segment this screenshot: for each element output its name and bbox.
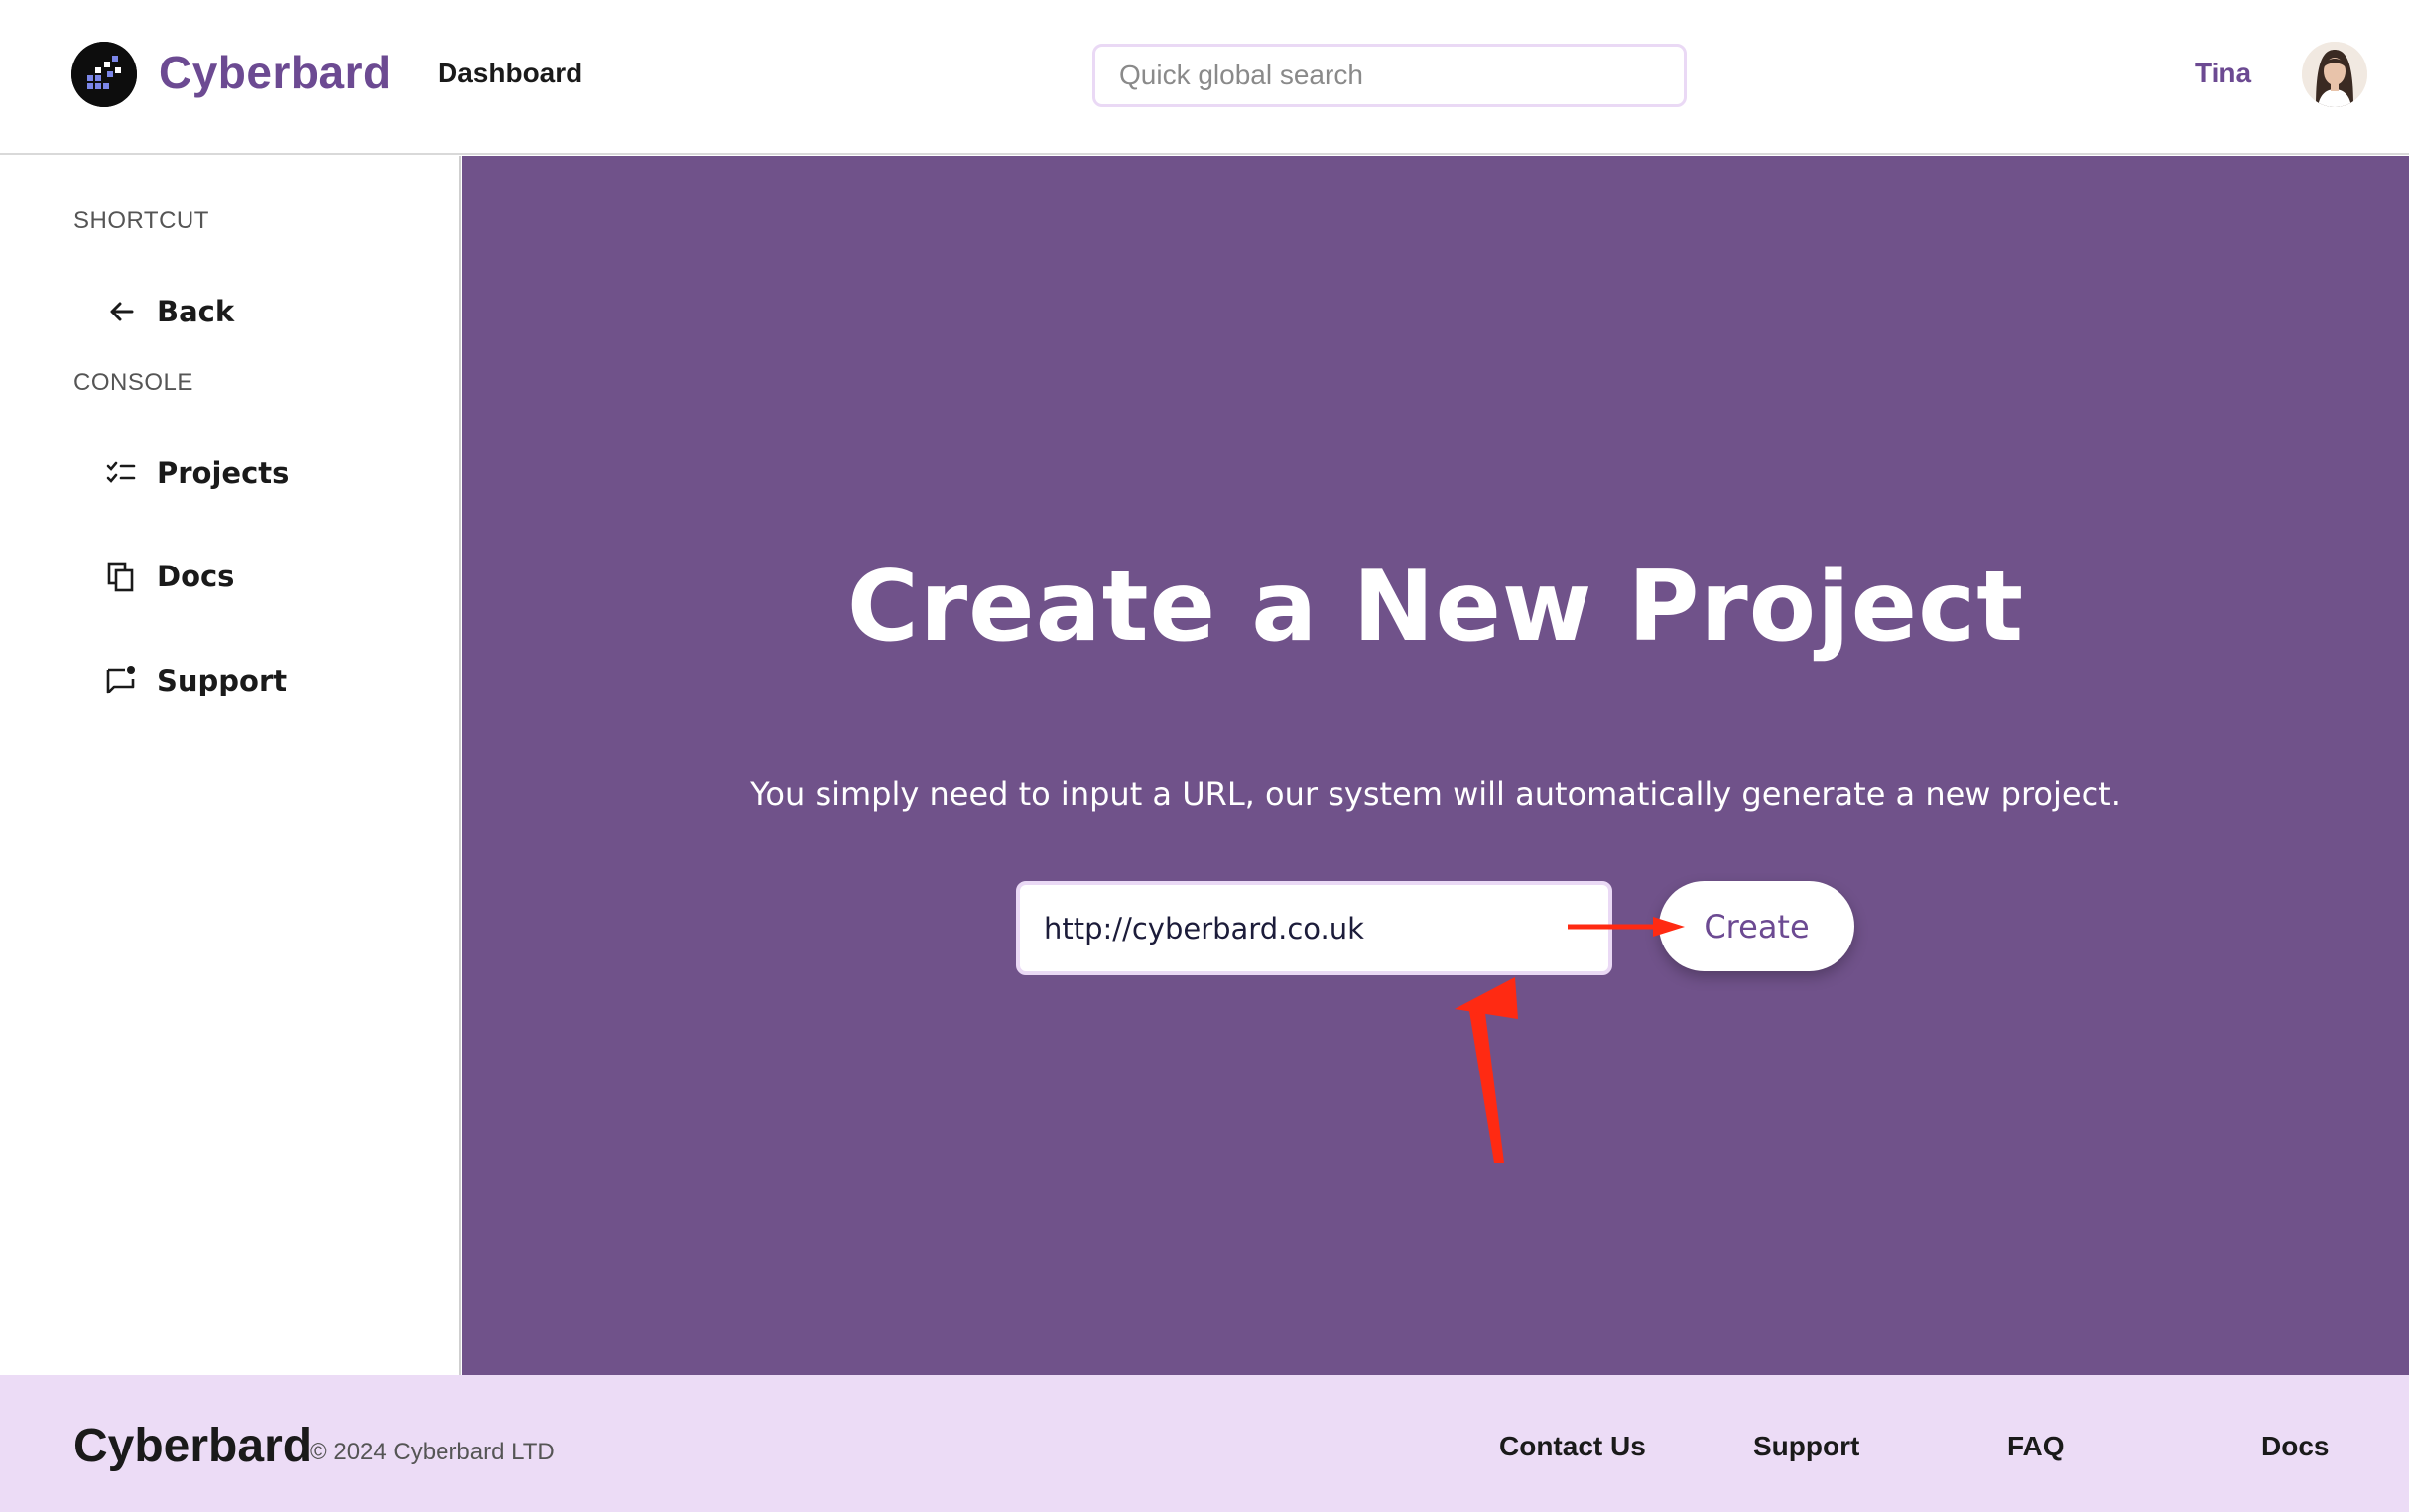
nav-dashboard-link[interactable]: Dashboard bbox=[438, 58, 582, 89]
sidebar-item-label: Support bbox=[157, 664, 288, 697]
top-header: Cyberbard Dashboard Tina bbox=[0, 0, 2409, 155]
footer-link-support[interactable]: Support bbox=[1753, 1431, 1859, 1462]
annotation-arrow-up bbox=[1468, 1005, 1504, 1163]
sidebar-item-label: Docs bbox=[157, 560, 235, 593]
arrow-left-icon bbox=[103, 294, 139, 329]
brand-name[interactable]: Cyberbard bbox=[159, 46, 392, 99]
footer-link-faq[interactable]: FAQ bbox=[2007, 1431, 2065, 1462]
main-panel: Create a New Project You simply need to … bbox=[462, 156, 2409, 1375]
footer-link-contact-us[interactable]: Contact Us bbox=[1499, 1431, 1646, 1462]
cyberbard-logo-icon[interactable] bbox=[71, 42, 137, 107]
sidebar-item-label: Back bbox=[157, 295, 235, 328]
sidebar: SHORTCUT Back CONSOLE Projects Docs Supp… bbox=[0, 156, 461, 1375]
footer-link-docs[interactable]: Docs bbox=[2261, 1431, 2329, 1462]
chat-icon bbox=[103, 663, 139, 698]
sidebar-item-label: Projects bbox=[157, 456, 290, 490]
shortcut-section-label: SHORTCUT bbox=[73, 207, 209, 234]
annotation-arrow-up-head bbox=[1455, 977, 1518, 1019]
console-section-label: CONSOLE bbox=[73, 369, 193, 396]
url-input[interactable] bbox=[1016, 881, 1612, 975]
user-name[interactable]: Tina bbox=[2195, 58, 2251, 89]
annotation-arrows bbox=[1455, 917, 1685, 1163]
avatar[interactable] bbox=[2302, 42, 2367, 107]
sidebar-item-docs[interactable]: Docs bbox=[103, 552, 234, 601]
footer-brand[interactable]: Cyberbard bbox=[73, 1419, 312, 1473]
page-subtitle: You simply need to input a URL, our syst… bbox=[750, 775, 2121, 813]
page-title: Create a New Project bbox=[846, 551, 2025, 664]
sidebar-item-projects[interactable]: Projects bbox=[103, 448, 289, 498]
sidebar-item-support[interactable]: Support bbox=[103, 656, 287, 705]
global-search-input[interactable] bbox=[1092, 44, 1687, 107]
footer: Cyberbard © 2024 Cyberbard LTD Contact U… bbox=[0, 1375, 2409, 1512]
checklist-icon bbox=[103, 455, 139, 491]
create-button[interactable]: Create bbox=[1659, 881, 1854, 971]
sidebar-item-back[interactable]: Back bbox=[103, 287, 234, 336]
copyright-text: © 2024 Cyberbard LTD bbox=[310, 1439, 555, 1465]
copy-icon bbox=[103, 559, 139, 594]
